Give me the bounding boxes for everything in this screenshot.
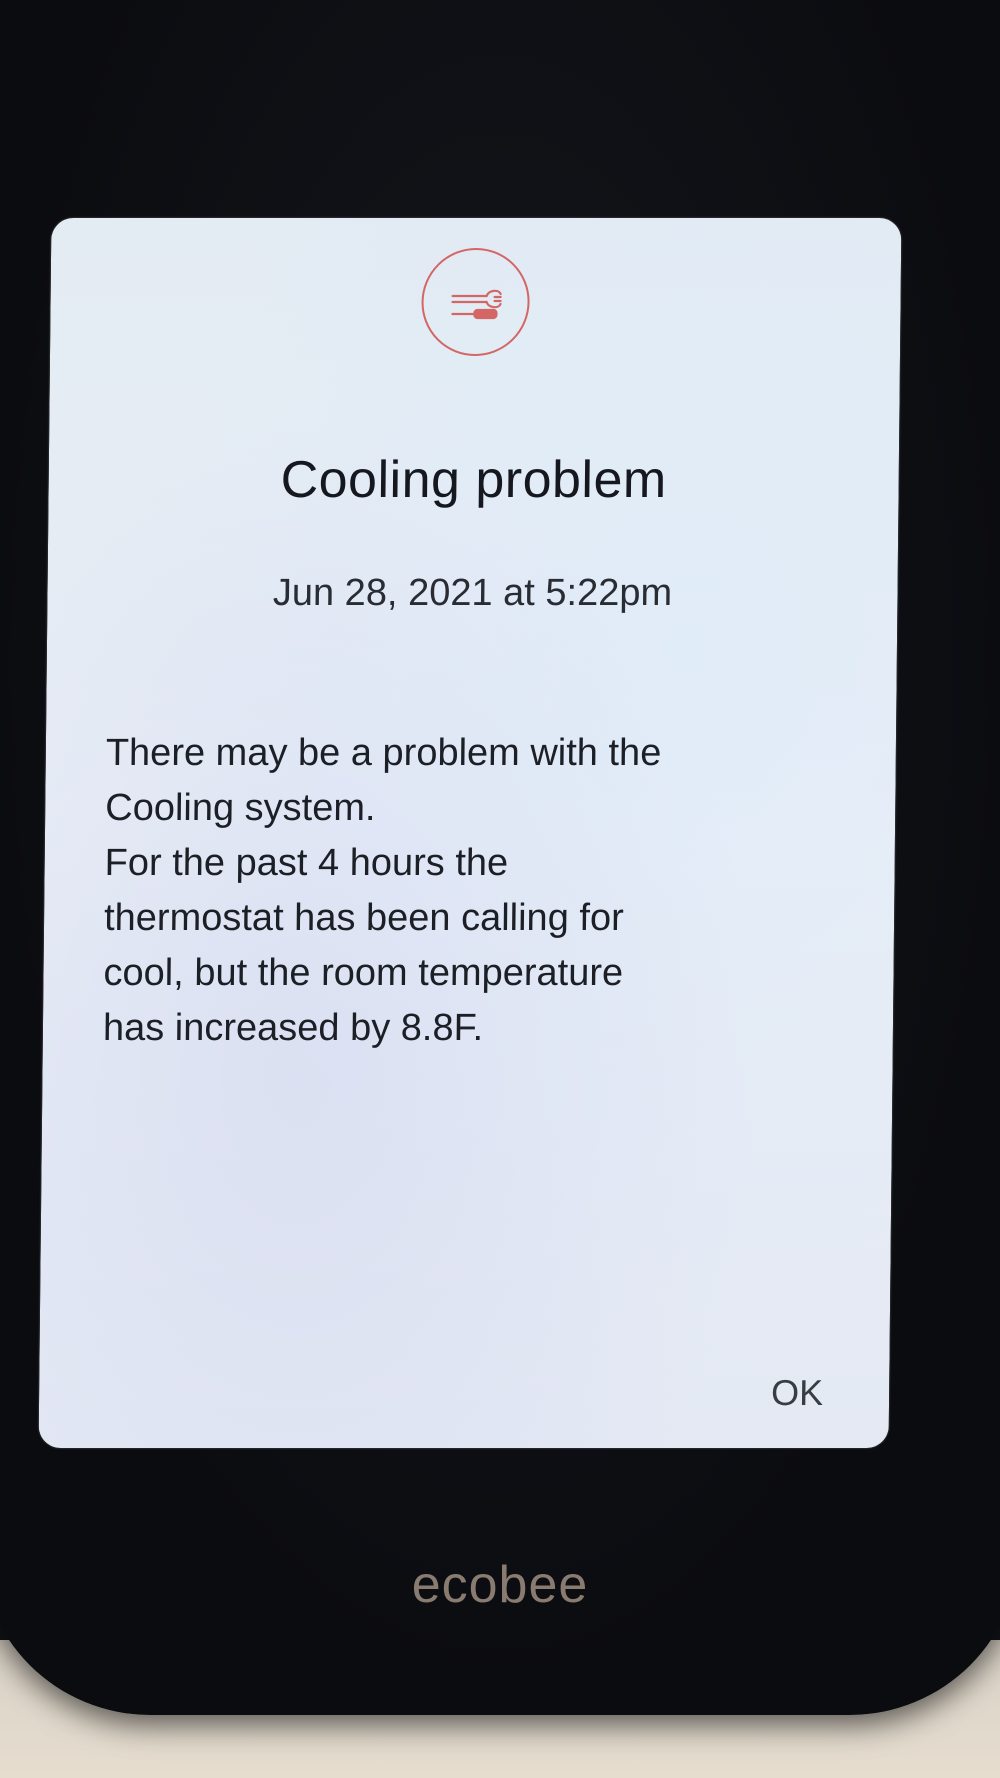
message-line: cool, but the room temperature: [103, 952, 624, 994]
dialog-title: Cooling problem: [280, 451, 668, 509]
message-line: For the past 4 hours the: [104, 842, 509, 884]
photo-scene: Cooling problem Jun 28, 2021 at 5:22pm T…: [0, 0, 1000, 1778]
ok-button[interactable]: OK: [765, 1368, 830, 1418]
message-line: Cooling system.: [105, 787, 376, 829]
brand-logo: ecobee: [411, 1556, 589, 1614]
alert-timestamp: Jun 28, 2021 at 5:22pm: [272, 572, 673, 614]
alert-message: There may be a problem with the Cooling …: [103, 726, 856, 1056]
message-line: thermostat has been calling for: [103, 897, 624, 939]
message-line: has increased by 8.8F.: [102, 1007, 484, 1049]
message-line: There may be a problem with the: [105, 732, 662, 774]
alert-dialog: Cooling problem Jun 28, 2021 at 5:22pm T…: [38, 218, 902, 1448]
wrench-screwdriver-icon: [420, 248, 531, 356]
